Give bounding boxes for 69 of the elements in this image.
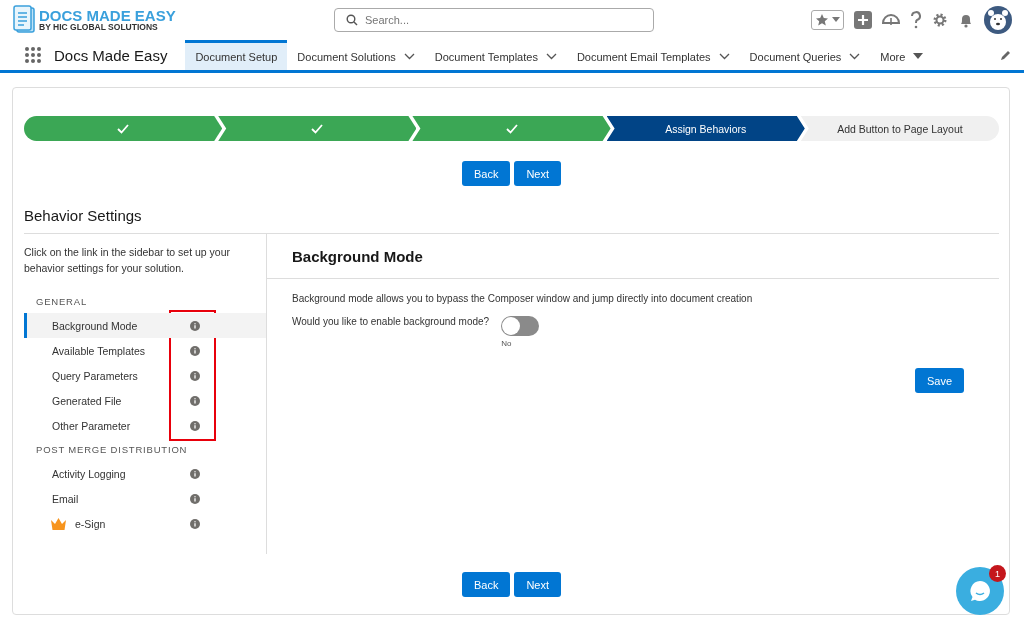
search-icon (346, 14, 358, 26)
nav-button[interactable]: Back (461, 572, 511, 597)
chat-button[interactable]: 1 (956, 567, 1004, 615)
info-icon[interactable] (190, 518, 200, 529)
chat-bubble-icon (968, 579, 992, 603)
sidebar-intro: Click on the link in the sidebar to set up your behavior settings for your solution. (24, 245, 232, 276)
caret-icon (913, 53, 924, 60)
toggle-switch[interactable] (501, 316, 540, 336)
path-step[interactable]: Add Button to Page Layout (800, 116, 999, 141)
notification-badge: 1 (989, 565, 1006, 582)
sidebar-item[interactable]: Available Templates (24, 338, 266, 363)
question-label: Would you like to enable background mode? (292, 316, 490, 329)
logo-subtitle: BY HIC GLOBAL SOLUTIONS (39, 23, 159, 32)
sidebar-item[interactable]: Other Parameter (24, 413, 266, 438)
nav-button[interactable]: Back (461, 161, 511, 186)
checkmark-icon (117, 123, 130, 134)
chevron-down-icon (545, 53, 557, 60)
favorites-button[interactable] (811, 10, 844, 30)
search-field[interactable]: Search... (334, 8, 654, 32)
path-step[interactable] (412, 116, 611, 141)
sidebar-item[interactable]: Background Mode (24, 313, 266, 338)
crown-icon (50, 516, 67, 531)
edit-icon[interactable] (1000, 49, 1012, 61)
info-icon[interactable] (190, 420, 200, 431)
sidebar-item[interactable]: Query Parameters (24, 363, 266, 388)
nav-tab[interactable]: Document Templates (424, 40, 567, 70)
caret-icon (832, 17, 840, 23)
app-launcher-icon[interactable] (24, 46, 42, 64)
sidebar-item[interactable]: Activity Logging (24, 461, 266, 486)
chevron-down-icon (718, 53, 730, 60)
checkmark-icon (311, 123, 324, 134)
app-name: Docs Made Easy (54, 46, 168, 64)
bell-icon[interactable] (958, 12, 974, 28)
nav-tab[interactable]: Document Setup (185, 40, 288, 70)
chevron-down-icon (403, 53, 415, 60)
settings-icon[interactable] (932, 12, 948, 28)
group-heading: GENERAL (35, 295, 88, 309)
path-step[interactable] (24, 116, 223, 141)
sidebar-item[interactable]: Email (24, 486, 266, 511)
group-heading: POST MERGE DISTRIBUTION (35, 443, 189, 457)
info-icon[interactable] (190, 493, 200, 504)
document-logo-icon (12, 5, 36, 35)
toggle-caption: No (501, 339, 513, 348)
info-icon[interactable] (190, 395, 200, 406)
sidebar-item[interactable]: Generated File (24, 388, 266, 413)
section-title: Behavior Settings (24, 207, 999, 234)
info-icon[interactable] (190, 345, 200, 356)
nav-tab[interactable]: More (870, 40, 934, 70)
add-icon[interactable] (854, 11, 872, 29)
nav-tab[interactable]: Document Solutions (287, 40, 425, 70)
save-button[interactable]: Save (914, 368, 964, 393)
star-icon (815, 13, 829, 27)
nav-button[interactable]: Next (514, 161, 562, 186)
logo-title: DOCS MADE EASY (39, 8, 176, 24)
avatar-icon[interactable] (984, 6, 1012, 34)
path-step[interactable] (218, 116, 417, 141)
info-icon[interactable] (190, 370, 200, 381)
info-icon[interactable] (190, 468, 200, 479)
sidebar-item[interactable]: e-Sign (24, 511, 266, 536)
nav-tab[interactable]: Document Email Templates (566, 40, 740, 70)
help-icon[interactable] (910, 11, 922, 29)
description-text: Background mode allows you to bypass the Composer window and jump directly into document creation (292, 293, 754, 304)
nav-button[interactable]: Next (514, 572, 562, 597)
panel-title: Background Mode (267, 234, 999, 279)
info-icon[interactable] (190, 320, 200, 331)
nav-tab[interactable]: Document Queries (739, 40, 871, 70)
path-step[interactable]: Assign Behaviors (606, 116, 805, 141)
checkmark-icon (505, 123, 518, 134)
chevron-down-icon (849, 53, 861, 60)
